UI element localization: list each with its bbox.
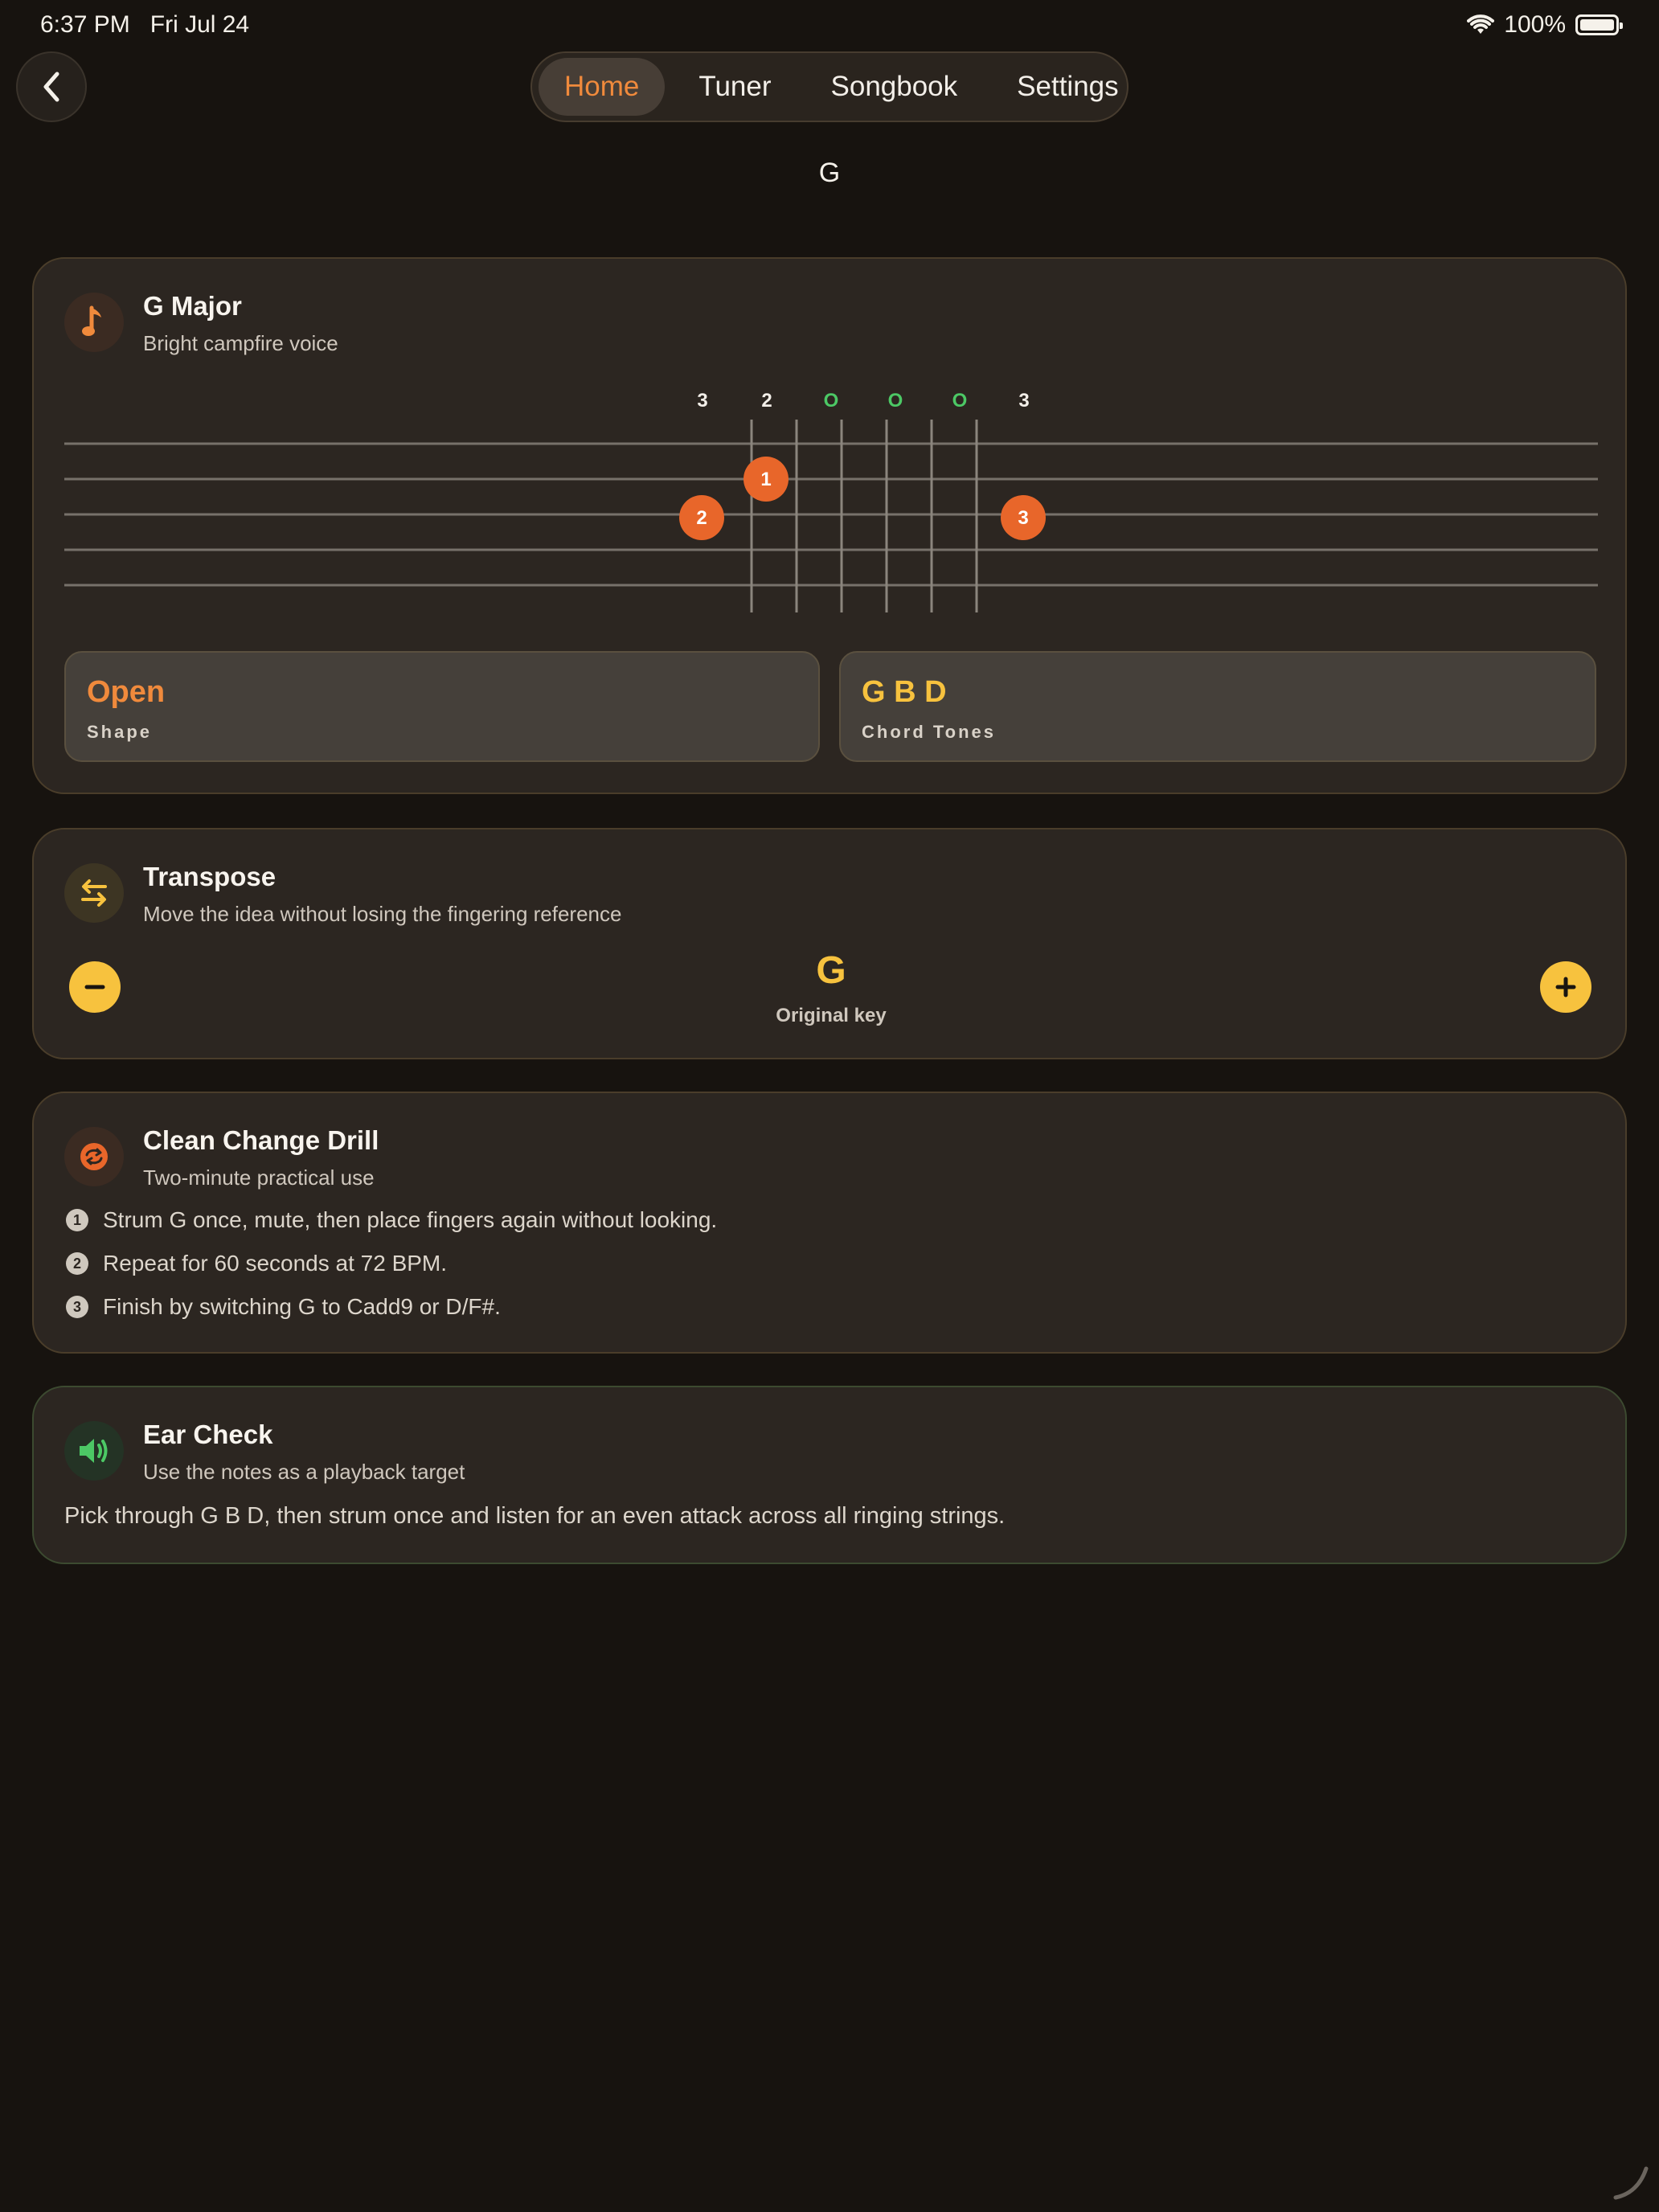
string-marker: 2 bbox=[761, 390, 772, 412]
ear-check-subtitle: Use the notes as a playback target bbox=[143, 1460, 465, 1484]
step-number: 1 bbox=[66, 1209, 88, 1231]
step-text: Finish by switching G to Cadd9 or D/F#. bbox=[103, 1294, 501, 1319]
corner-grabber-icon bbox=[1613, 2166, 1649, 2200]
wifi-icon bbox=[1467, 14, 1495, 34]
step-number: 2 bbox=[66, 1252, 88, 1275]
page-title: G bbox=[818, 158, 841, 188]
chord-diagram: 3 2 O O O 3 1 2 3 bbox=[64, 379, 1598, 621]
status-date: Fri Jul 24 bbox=[150, 11, 250, 38]
ear-check-card: Ear Check Use the notes as a playback ta… bbox=[32, 1386, 1627, 1564]
finger-dot-3: 3 bbox=[1001, 495, 1046, 540]
finger-dot-label: 2 bbox=[696, 507, 707, 529]
chord-icon-badge bbox=[64, 293, 124, 352]
chord-subtitle: Bright campfire voice bbox=[143, 331, 338, 355]
status-time: 6:37 PM Fri Jul 24 bbox=[40, 11, 249, 39]
drill-step: 2 Repeat for 60 seconds at 72 BPM. bbox=[66, 1251, 447, 1276]
ear-check-title: Ear Check bbox=[143, 1419, 273, 1449]
drill-step: 3 Finish by switching G to Cadd9 or D/F#… bbox=[66, 1294, 501, 1320]
transpose-title: Transpose bbox=[143, 862, 276, 891]
battery-percent: 100% bbox=[1504, 11, 1566, 38]
chord-tones-box: G B D Chord Tones bbox=[839, 651, 1596, 762]
back-button[interactable] bbox=[16, 51, 87, 122]
speaker-icon bbox=[80, 1439, 108, 1463]
string-marker: 3 bbox=[1018, 390, 1029, 412]
transpose-icon-badge bbox=[64, 863, 124, 923]
status-indicators: 100% bbox=[1467, 11, 1623, 39]
chord-tones-value: G B D bbox=[862, 675, 947, 709]
chevron-left-icon bbox=[43, 72, 59, 102]
chord-card: G Major Bright campfire voice 3 2 O O O … bbox=[32, 257, 1627, 794]
drill-card: Clean Change Drill Two-minute practical … bbox=[32, 1092, 1627, 1354]
swap-arrows-icon bbox=[81, 879, 107, 907]
step-text: Repeat for 60 seconds at 72 BPM. bbox=[103, 1251, 448, 1276]
finger-dot-label: 3 bbox=[1018, 507, 1028, 529]
repeat-icon bbox=[80, 1143, 108, 1170]
music-note-icon bbox=[82, 305, 101, 336]
drill-title: Clean Change Drill bbox=[143, 1125, 379, 1155]
tab-home[interactable]: Home bbox=[539, 58, 666, 116]
main-tabs: Home Tuner Songbook Settings bbox=[530, 51, 1129, 122]
chord-title: G Major bbox=[143, 291, 242, 321]
tab-settings[interactable]: Settings bbox=[991, 58, 1144, 116]
drill-step: 1 Strum G once, mute, then place fingers… bbox=[66, 1207, 717, 1233]
current-key: G bbox=[816, 949, 846, 992]
battery-icon bbox=[1575, 14, 1623, 35]
chord-tones-label: Chord Tones bbox=[862, 722, 997, 742]
string-marker: O bbox=[888, 390, 903, 412]
ear-icon-badge bbox=[64, 1421, 124, 1481]
finger-dot-1: 1 bbox=[743, 457, 789, 502]
tab-tuner[interactable]: Tuner bbox=[673, 58, 797, 116]
step-number: 3 bbox=[66, 1296, 88, 1318]
string-marker: O bbox=[952, 390, 968, 412]
finger-dot-label: 1 bbox=[760, 469, 771, 490]
ear-check-body: Pick through G B D, then strum once and … bbox=[64, 1503, 1006, 1529]
transpose-card: Transpose Move the idea without losing t… bbox=[32, 828, 1627, 1059]
step-text: Strum G once, mute, then place fingers a… bbox=[103, 1207, 718, 1232]
shape-label: Shape bbox=[87, 722, 153, 742]
shape-box: Open Shape bbox=[64, 651, 820, 762]
string-marker: 3 bbox=[697, 390, 707, 412]
status-clock: 6:37 PM bbox=[40, 11, 130, 38]
drill-icon-badge bbox=[64, 1127, 124, 1186]
key-label: Original key bbox=[776, 1005, 887, 1026]
transpose-subtitle: Move the idea without losing the fingeri… bbox=[143, 902, 622, 926]
fretboard-diagram: 3 2 O O O 3 1 2 3 bbox=[64, 390, 1598, 612]
shape-value: Open bbox=[87, 675, 166, 709]
finger-dot-2: 2 bbox=[679, 495, 724, 540]
string-marker: O bbox=[824, 390, 839, 412]
tab-songbook[interactable]: Songbook bbox=[805, 58, 984, 116]
drill-subtitle: Two-minute practical use bbox=[143, 1165, 375, 1190]
